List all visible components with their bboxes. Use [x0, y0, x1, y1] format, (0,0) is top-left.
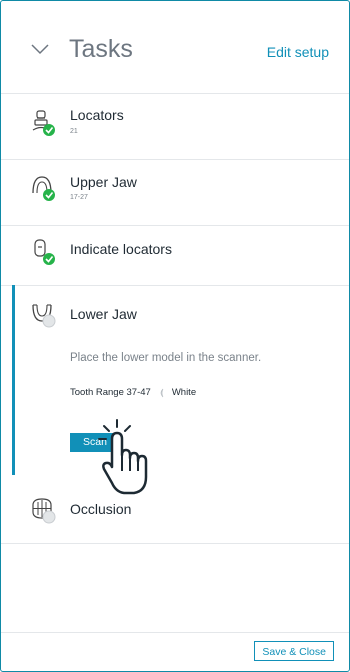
save-close-button[interactable]: Save & Close [254, 641, 334, 661]
task-label: Locators [70, 107, 124, 123]
scan-button[interactable]: Scan [70, 433, 120, 452]
task-description: Place the lower model in the scanner. [70, 352, 262, 364]
task-label: Indicate locators [70, 241, 172, 257]
indicate-locators-icon [34, 239, 55, 265]
task-label: Occlusion [70, 501, 132, 517]
chevron-down-icon[interactable] [31, 43, 49, 55]
task-sub: 17-27 [70, 194, 88, 201]
lower-jaw-icon [32, 304, 56, 328]
panel-header: Tasks Edit setup [1, 1, 349, 94]
task-label: Upper Jaw [70, 174, 137, 190]
occlusion-icon [32, 498, 56, 524]
panel-footer: Save & Close [1, 632, 349, 671]
color-swatch-icon [160, 388, 164, 397]
task-indicate-locators[interactable]: Indicate locators [1, 225, 349, 286]
task-sub: 21 [70, 128, 78, 135]
tooth-range-row: Tooth Range 37-47 White [70, 387, 196, 398]
tooth-range: Tooth Range 37-47 [70, 387, 151, 398]
active-task-indicator [12, 285, 15, 475]
upper-jaw-icon [32, 176, 55, 201]
color-label: White [171, 387, 197, 398]
task-occlusion[interactable]: Occlusion [1, 475, 349, 544]
tasks-panel: Tasks Edit setup Locators 21 Upper Jaw 1… [0, 0, 350, 672]
locator-icon [32, 110, 55, 136]
page-title: Tasks [69, 35, 133, 63]
task-label: Lower Jaw [70, 306, 137, 322]
edit-setup-link[interactable]: Edit setup [267, 44, 329, 60]
task-locators[interactable]: Locators 21 [1, 93, 349, 160]
task-upper-jaw[interactable]: Upper Jaw 17-27 [1, 159, 349, 226]
task-lower-jaw[interactable]: Lower Jaw [1, 285, 349, 475]
